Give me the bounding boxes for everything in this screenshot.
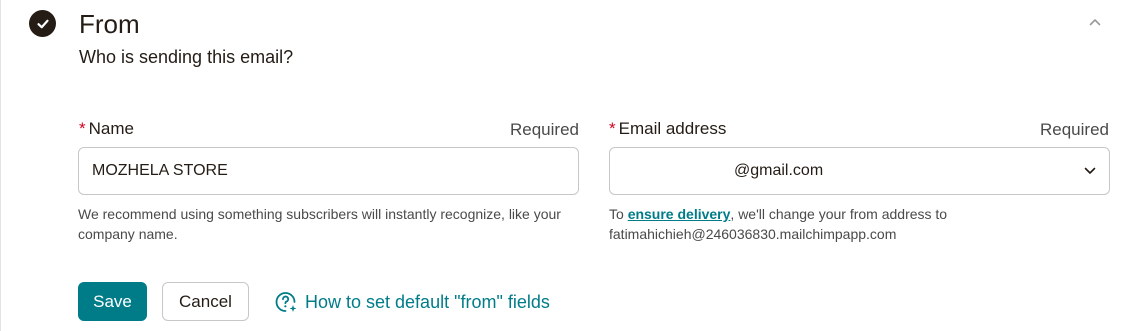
from-section-panel: From Who is sending this email? * Name Re…: [0, 0, 1121, 331]
chevron-up-icon: [1089, 19, 1101, 26]
name-required-text: Required: [510, 120, 579, 139]
how-to-link-label: How to set default "from" fields: [305, 291, 550, 312]
sparkle-question-icon: [275, 292, 297, 312]
email-help-prefix: To: [609, 206, 628, 222]
email-field-label: * Email address: [609, 119, 726, 139]
name-help-text: We recommend using something subscribers…: [78, 206, 561, 242]
required-asterisk: *: [79, 119, 86, 138]
required-asterisk: *: [609, 119, 616, 138]
save-button[interactable]: Save: [78, 282, 147, 321]
how-to-set-default-from-link[interactable]: How to set default "from" fields: [274, 290, 550, 314]
chevron-down-icon: [1084, 167, 1096, 174]
email-select-value: @gmail.com: [734, 162, 824, 179]
collapse-section-button[interactable]: [1085, 12, 1105, 32]
section-title: From: [79, 9, 140, 39]
section-subtitle: Who is sending this email?: [79, 47, 294, 67]
email-label-text: Email address: [618, 119, 727, 138]
checkmark-circle-icon: [29, 10, 56, 37]
cancel-button[interactable]: Cancel: [162, 282, 249, 321]
name-field-label: * Name: [79, 119, 134, 139]
name-label-text: Name: [88, 119, 134, 138]
ensure-delivery-link[interactable]: ensure delivery: [628, 206, 731, 222]
email-required-text: Required: [1040, 120, 1109, 139]
name-input[interactable]: MOZHELA STORE: [78, 147, 579, 195]
email-select[interactable]: @gmail.com: [609, 147, 1110, 195]
name-input-value: MOZHELA STORE: [92, 162, 228, 179]
email-help-text: To ensure delivery, we'll change your fr…: [609, 204, 1029, 244]
